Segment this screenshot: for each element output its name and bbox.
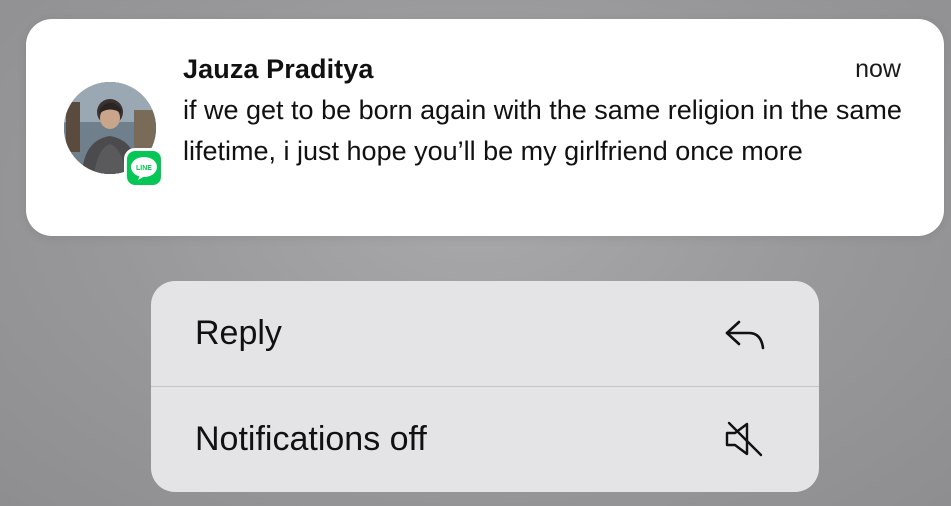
notifications-off-menu-item[interactable]: Notifications off bbox=[151, 386, 819, 491]
sender-avatar-group: LINE bbox=[64, 82, 164, 188]
notifications-off-label: Notifications off bbox=[195, 419, 427, 458]
reply-menu-item[interactable]: Reply bbox=[151, 281, 819, 386]
message-text: if we get to be born again with the same… bbox=[183, 95, 902, 166]
reply-label: Reply bbox=[195, 314, 282, 352]
speaker-muted-icon bbox=[721, 419, 769, 459]
line-app-icon: LINE bbox=[124, 148, 164, 188]
notification-banner[interactable]: LINE Jauza Praditya now if we get to be … bbox=[26, 19, 944, 236]
svg-text:LINE: LINE bbox=[136, 165, 152, 172]
reply-arrow-icon bbox=[721, 314, 769, 354]
context-menu: Reply Notifications off bbox=[151, 281, 819, 492]
sender-name: Jauza Praditya bbox=[183, 54, 374, 84]
timestamp: now bbox=[855, 55, 901, 83]
line-logo-icon: LINE bbox=[131, 157, 157, 180]
